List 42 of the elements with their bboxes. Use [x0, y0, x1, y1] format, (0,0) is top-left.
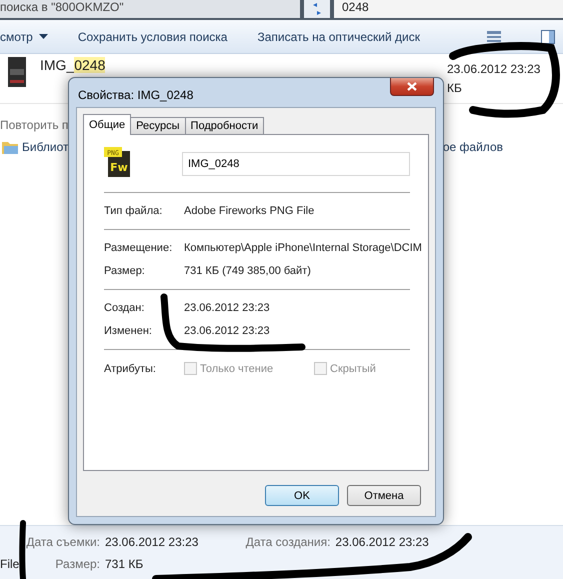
dialog-button[interactable]: OK — [265, 485, 339, 506]
attributes-label: Атрибуты: — [104, 362, 157, 374]
property-value: 23.06.2012 23:23 — [184, 302, 271, 314]
property-value: Компьютер\Apple iPhone\Internal Storage\DCIM — [184, 242, 422, 254]
dialog-title: Свойства: IMG_0248 — [77, 86, 194, 102]
detail-value: 731 КБ — [105, 556, 144, 570]
toolbar-button[interactable]: смотр — [0, 30, 48, 44]
preview-pane-icon[interactable] — [541, 30, 555, 44]
property-value: 731 КБ (749 385,00 байт) — [184, 265, 312, 277]
toolbar-button[interactable]: Сохранить условия поиска — [78, 30, 228, 44]
close-icon — [407, 82, 417, 91]
tab[interactable]: Общие — [83, 114, 132, 135]
detail-value: 23.06.2012 23:23 — [105, 534, 198, 548]
folder-icon — [2, 140, 18, 154]
detail-label: Дата создания: — [244, 534, 330, 548]
view-options-icon[interactable] — [487, 30, 501, 42]
library-link[interactable]: Библиот — [22, 140, 69, 154]
property-label: Размещение: — [104, 242, 174, 254]
detail-value: 23.06.2012 23:23 — [335, 534, 429, 548]
detail-label: Дата съемки: — [25, 534, 100, 548]
property-label: Тип файла: — [104, 205, 164, 217]
file-thumbnail-icon — [8, 57, 26, 87]
file-date: 23.06.2012 23:23 — [447, 62, 540, 76]
detail-label: Размер: — [54, 556, 100, 570]
property-label: Создан: — [104, 302, 146, 314]
caret-icon — [38, 34, 48, 39]
close-button[interactable] — [390, 78, 434, 96]
address-bar[interactable]: поиска в "800OKMZO" — [0, 0, 300, 18]
property-value: Adobe Fireworks PNG File — [184, 205, 316, 217]
file-size: КБ — [447, 81, 462, 95]
refresh-button[interactable] — [304, 0, 330, 18]
property-value: 23.06.2012 23:23 — [184, 325, 271, 337]
file-type: File — [0, 556, 20, 570]
toolbar-button[interactable]: Записать на оптический диск — [257, 30, 420, 44]
dialog-button[interactable]: Отмена — [347, 485, 421, 506]
tab[interactable]: Ресурсы — [130, 117, 186, 135]
property-label: Размер: — [104, 265, 146, 277]
file-name-field[interactable]: IMG_0248 — [182, 152, 410, 176]
property-label: Изменен: — [104, 325, 153, 337]
search-field[interactable]: 0248 — [334, 0, 563, 18]
file-name[interactable]: IMG_0248 — [40, 57, 106, 73]
tab[interactable]: Подробности — [184, 117, 264, 135]
